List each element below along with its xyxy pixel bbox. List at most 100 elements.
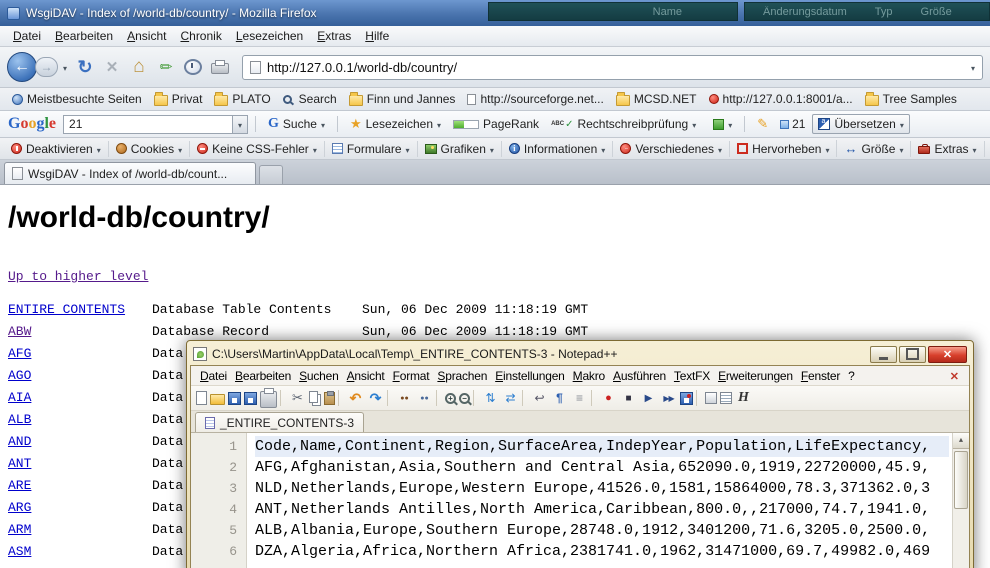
bookmark-item[interactable]: Search: [277, 91, 343, 107]
bookmark-item[interactable]: http://127.0.0.1:8001/a...: [703, 91, 859, 107]
menu-item[interactable]: Ansicht: [343, 369, 389, 383]
menu-item[interactable]: ?: [844, 369, 858, 383]
undo-icon[interactable]: [347, 390, 364, 407]
entry-link[interactable]: ABW: [8, 324, 31, 339]
forward-button[interactable]: [35, 57, 58, 77]
chevron-down-icon[interactable]: [437, 117, 441, 131]
highlighter-button[interactable]: [752, 114, 773, 134]
compose-icon[interactable]: [157, 56, 175, 78]
webdev-item[interactable]: Informationen: [501, 141, 612, 157]
url-dropdown-caret[interactable]: [971, 58, 975, 76]
code-line[interactable]: AFG,Afghanistan,Asia,Southern and Centra…: [255, 457, 949, 478]
scroll-up-button[interactable]: [953, 433, 969, 449]
chevron-down-icon[interactable]: [718, 142, 722, 156]
print-icon[interactable]: [211, 63, 229, 74]
bookmark-item[interactable]: Meistbesuchte Seiten: [6, 91, 148, 107]
code-line[interactable]: Code,Name,Continent,Region,SurfaceArea,I…: [255, 436, 949, 457]
menu-item[interactable]: Chronik: [173, 27, 228, 45]
bookmark-item[interactable]: http://sourceforge.net...: [461, 91, 609, 107]
redo-icon[interactable]: [367, 390, 384, 407]
code-line[interactable]: ALB,Albania,Europe,Southern Europe,28748…: [255, 520, 949, 541]
chevron-down-icon[interactable]: [490, 142, 494, 156]
minimize-button[interactable]: [870, 346, 897, 363]
entry-link[interactable]: ARE: [8, 478, 31, 493]
menu-item[interactable]: Bearbeiten: [231, 369, 295, 383]
paste-icon[interactable]: [324, 392, 335, 405]
webdev-item[interactable]: Größe: [836, 140, 910, 157]
save-macro-icon[interactable]: [680, 392, 693, 405]
menu-item[interactable]: Sprachen: [433, 369, 491, 383]
menu-item[interactable]: Hilfe: [358, 27, 396, 45]
chevron-down-icon[interactable]: [601, 142, 605, 156]
code-line[interactable]: DZA,Algeria,Africa,Northern Africa,23817…: [255, 541, 949, 562]
reload-icon[interactable]: [76, 56, 94, 78]
pagerank-indicator[interactable]: PageRank: [453, 117, 539, 131]
menu-item[interactable]: TextFX: [670, 369, 714, 383]
entry-link[interactable]: AFG: [8, 346, 31, 361]
entry-link[interactable]: ANT: [8, 456, 31, 471]
chevron-down-icon[interactable]: [825, 142, 829, 156]
find-icon[interactable]: [396, 390, 413, 407]
up-link[interactable]: Up to higher level: [8, 269, 148, 284]
chevron-down-icon[interactable]: [900, 117, 904, 131]
close-button[interactable]: [928, 346, 967, 363]
history-dropdown-caret[interactable]: [63, 58, 67, 76]
search-value[interactable]: 21: [69, 117, 232, 131]
google-search-button[interactable]: Suche: [263, 114, 330, 134]
show-symbols-icon[interactable]: [551, 390, 568, 407]
webdev-item[interactable]: Quelltext: [984, 141, 990, 157]
chevron-down-icon[interactable]: [321, 117, 325, 131]
webdev-item[interactable]: Extras: [910, 141, 983, 157]
webdev-item[interactable]: Verschiedenes: [612, 141, 729, 157]
wrap-icon[interactable]: [531, 390, 548, 407]
spellcheck-button[interactable]: Rechtschreibprüfung: [546, 115, 701, 133]
print-icon[interactable]: [260, 391, 277, 408]
doc-switch-icon[interactable]: [705, 392, 717, 404]
bookmark-item[interactable]: Privat: [148, 91, 209, 107]
open-folder-icon[interactable]: [210, 394, 225, 405]
menu-item[interactable]: Ausführen: [609, 369, 670, 383]
cut-icon[interactable]: [289, 390, 306, 407]
record-macro-icon[interactable]: [600, 390, 617, 407]
vertical-scrollbar[interactable]: [952, 433, 969, 568]
maximize-button[interactable]: [899, 346, 926, 363]
home-icon[interactable]: [130, 56, 148, 78]
replace-icon[interactable]: [416, 390, 433, 407]
entry-link[interactable]: AGO: [8, 368, 31, 383]
url-bar[interactable]: http://127.0.0.1/world-db/country/: [242, 55, 983, 80]
code-area[interactable]: Code,Name,Continent,Region,SurfaceArea,I…: [247, 433, 969, 568]
menu-item[interactable]: Suchen: [295, 369, 343, 383]
webdev-item[interactable]: Cookies: [108, 141, 189, 157]
menu-item[interactable]: Format: [389, 369, 434, 383]
chevron-down-icon[interactable]: [178, 142, 182, 156]
entry-link[interactable]: ALB: [8, 412, 31, 427]
stop-icon[interactable]: [103, 56, 121, 78]
chevron-down-icon[interactable]: [692, 117, 696, 131]
new-tab-button[interactable]: [259, 165, 283, 184]
menu-item[interactable]: Erweiterungen: [714, 369, 797, 383]
search-history-dropdown[interactable]: [232, 116, 247, 133]
editor[interactable]: 123456 Code,Name,Continent,Region,Surfac…: [191, 433, 969, 568]
sync-vertical-icon[interactable]: [482, 390, 499, 407]
chevron-down-icon[interactable]: [313, 142, 317, 156]
menu-item[interactable]: Extras: [310, 27, 358, 45]
autofill-button[interactable]: [708, 115, 737, 133]
tab-wsgidav[interactable]: WsgiDAV - Index of /world-db/count...: [4, 162, 256, 184]
document-tab[interactable]: _ENTIRE_CONTENTS-3: [195, 412, 364, 432]
translate-button[interactable]: Übersetzen: [812, 114, 909, 134]
back-button[interactable]: [7, 52, 37, 82]
code-line[interactable]: NLD,Netherlands,Europe,Western Europe,41…: [255, 478, 949, 499]
save-icon[interactable]: [228, 392, 241, 405]
menu-item[interactable]: Makro: [569, 369, 609, 383]
indent-guide-icon[interactable]: [571, 390, 588, 407]
scroll-thumb[interactable]: [954, 451, 968, 509]
code-line[interactable]: ANT,Netherlands Antilles,North America,C…: [255, 499, 949, 520]
menu-item[interactable]: Fenster: [797, 369, 844, 383]
zoom-out-icon[interactable]: [459, 393, 470, 404]
chevron-down-icon[interactable]: [973, 142, 977, 156]
history-icon[interactable]: [184, 59, 202, 75]
menu-item[interactable]: Einstellungen: [491, 369, 568, 383]
menu-item[interactable]: Ansicht: [120, 27, 173, 45]
webdev-item[interactable]: Deaktivieren: [4, 141, 108, 157]
notepad-titlebar[interactable]: C:\Users\Martin\AppData\Local\Temp\_ENTI…: [190, 343, 970, 365]
